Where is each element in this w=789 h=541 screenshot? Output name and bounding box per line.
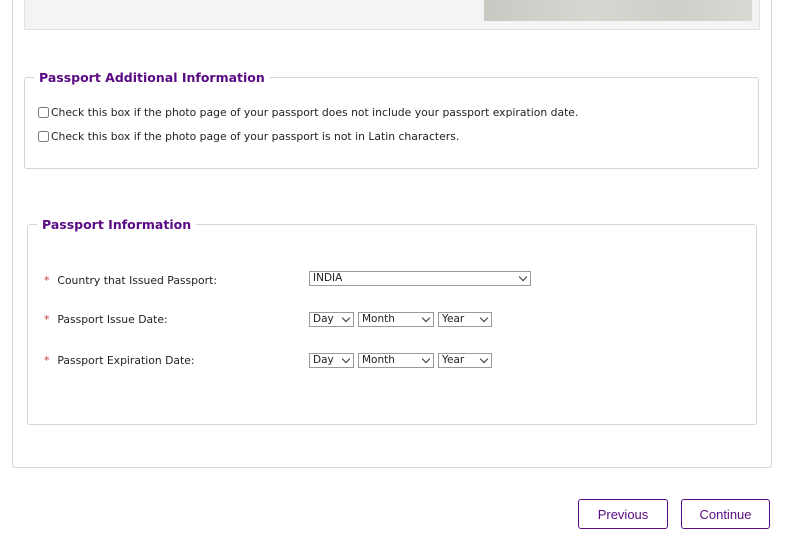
country-select-value: INDIA [313, 272, 343, 284]
photo-preview-image [484, 0, 752, 21]
issue-year-value: Year [442, 313, 465, 325]
not-latin-label: Check this box if the photo page of your… [51, 129, 460, 143]
chevron-down-icon [421, 313, 431, 323]
chevron-down-icon [518, 272, 528, 282]
issue-day-select[interactable]: Day [309, 312, 354, 327]
country-label-text: Country that Issued Passport: [57, 274, 217, 287]
expiry-month-value: Month [362, 354, 395, 366]
chevron-down-icon [341, 354, 351, 364]
additional-info-title: Passport Additional Information [39, 70, 265, 85]
country-select[interactable]: INDIA [309, 271, 531, 286]
no-expiration-date-label: Check this box if the photo page of your… [51, 105, 579, 119]
previous-button[interactable]: Previous [578, 499, 668, 529]
expiry-day-select[interactable]: Day [309, 353, 354, 368]
country-field-label: * Country that Issued Passport: [44, 274, 217, 287]
required-marker: * [44, 354, 50, 367]
required-marker: * [44, 313, 50, 326]
no-expiration-date-checkbox[interactable] [38, 106, 49, 118]
chevron-down-icon [421, 354, 431, 364]
passport-info-title: Passport Information [42, 217, 192, 232]
required-marker: * [44, 274, 50, 287]
chevron-down-icon [479, 354, 489, 364]
expiry-year-value: Year [442, 354, 465, 366]
chevron-down-icon [479, 313, 489, 323]
expiry-year-select[interactable]: Year [438, 353, 492, 368]
issue-date-label-text: Passport Issue Date: [57, 313, 168, 326]
continue-button[interactable]: Continue [681, 499, 770, 529]
chevron-down-icon [341, 313, 351, 323]
issue-date-field-label: * Passport Issue Date: [44, 313, 168, 326]
additional-info-section: Passport Additional Information [24, 70, 759, 169]
issue-month-value: Month [362, 313, 395, 325]
not-latin-checkbox[interactable] [38, 130, 49, 142]
no-expiration-date-check-row[interactable]: Check this box if the photo page of your… [38, 105, 578, 119]
expiry-month-select[interactable]: Month [358, 353, 434, 368]
expiry-date-field-label: * Passport Expiration Date: [44, 354, 195, 367]
issue-day-value: Day [313, 313, 334, 325]
issue-year-select[interactable]: Year [438, 312, 492, 327]
expiry-date-label-text: Passport Expiration Date: [57, 354, 195, 367]
issue-month-select[interactable]: Month [358, 312, 434, 327]
expiry-day-value: Day [313, 354, 334, 366]
not-latin-check-row[interactable]: Check this box if the photo page of your… [38, 129, 459, 143]
